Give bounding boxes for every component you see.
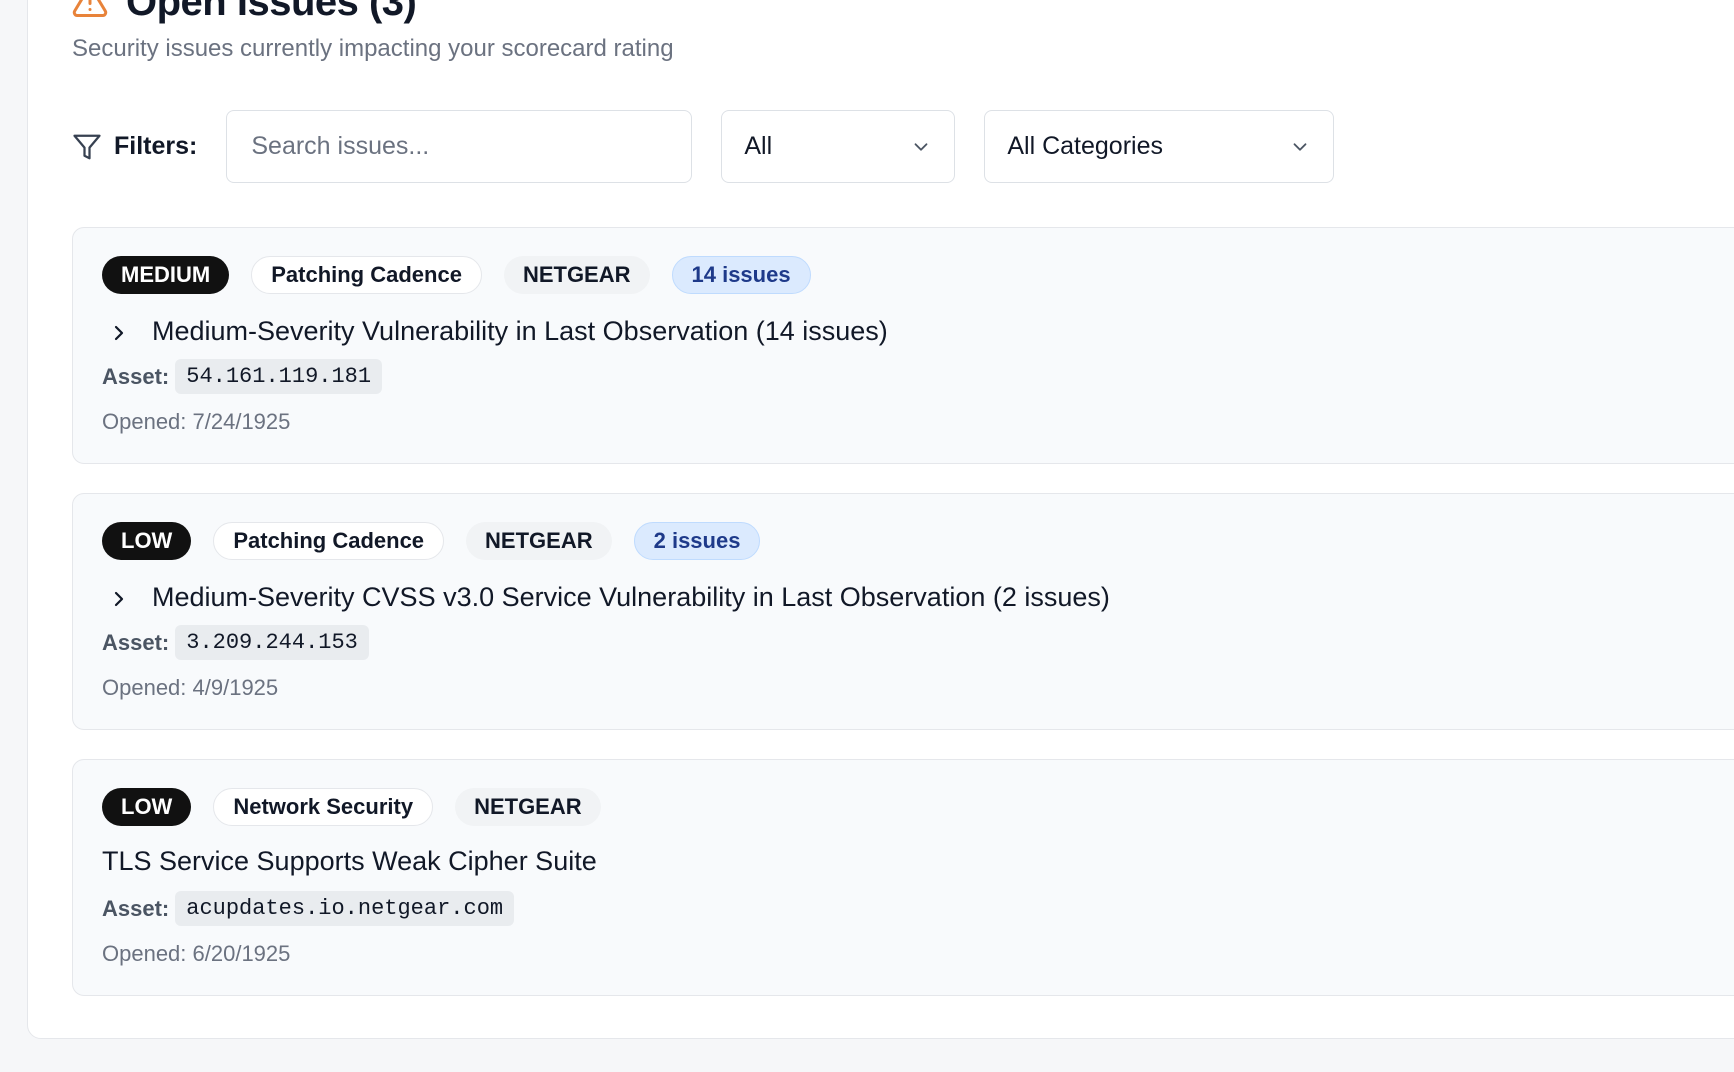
issue-title-text: TLS Service Supports Weak Cipher Suite — [102, 846, 597, 876]
chevron-right-icon[interactable] — [102, 582, 136, 616]
vendor-badge: NETGEAR — [466, 522, 612, 560]
asset-row: Asset: 3.209.244.153 — [102, 625, 369, 660]
issue-title: Medium-Severity Vulnerability in Last Ob… — [152, 316, 888, 346]
issue-tags: LOW Patching Cadence NETGEAR 2 issues — [102, 522, 761, 560]
page-title: Open Issues (3) — [126, 0, 417, 24]
filters-bar: Filters: All All Categories — [72, 110, 1363, 183]
category-select-value: All Categories — [1007, 132, 1163, 160]
asset-label: Asset: — [102, 629, 170, 655]
filter-icon — [72, 132, 102, 162]
page-subtitle: Security issues currently impacting your… — [72, 35, 674, 62]
asset-value: acupdates.io.netgear.com — [175, 891, 515, 926]
issue-tags: LOW Network Security NETGEAR — [102, 788, 601, 826]
filters-label: Filters: — [114, 132, 198, 160]
search-input[interactable] — [249, 131, 670, 162]
opened-date: Opened: 7/24/1925 — [102, 409, 291, 434]
severity-badge: LOW — [102, 522, 192, 560]
category-badge: Patching Cadence — [251, 256, 482, 294]
warning-triangle-icon — [72, 0, 108, 20]
category-badge: Patching Cadence — [213, 522, 445, 560]
asset-row: Asset: 54.161.119.181 — [102, 359, 383, 394]
issue-title-toggle[interactable]: Medium-Severity CVSS v3.0 Service Vulner… — [102, 578, 1110, 616]
issue-card: LOW Network Security NETGEAR TLS Service… — [72, 759, 1734, 996]
asset-value: 3.209.244.153 — [175, 625, 369, 660]
category-select[interactable]: All Categories — [984, 110, 1335, 183]
asset-label: Asset: — [102, 895, 170, 921]
issue-title: TLS Service Supports Weak Cipher Suite — [102, 844, 597, 878]
severity-badge: LOW — [102, 788, 192, 826]
severity-select-value: All — [744, 132, 773, 160]
issue-tags: MEDIUM Patching Cadence NETGEAR 14 issue… — [102, 256, 811, 294]
chevron-down-icon — [1289, 136, 1311, 158]
issue-count-badge: 2 issues — [633, 522, 761, 560]
asset-value: 54.161.119.181 — [175, 359, 383, 394]
chevron-right-icon[interactable] — [102, 316, 136, 350]
issue-title-toggle[interactable]: Medium-Severity Vulnerability in Last Ob… — [102, 312, 888, 350]
issue-title: Medium-Severity CVSS v3.0 Service Vulner… — [152, 582, 1110, 612]
chevron-down-icon — [910, 136, 932, 158]
issue-card: MEDIUM Patching Cadence NETGEAR 14 issue… — [72, 227, 1734, 464]
opened-date: Opened: 4/9/1925 — [102, 675, 279, 700]
section-header: Open Issues (3) — [72, 0, 417, 24]
severity-badge: MEDIUM — [102, 256, 230, 294]
severity-select[interactable]: All — [721, 110, 956, 183]
issue-card: LOW Patching Cadence NETGEAR 2 issues Me… — [72, 493, 1734, 730]
asset-label: Asset: — [102, 363, 170, 389]
search-field[interactable] — [226, 110, 693, 183]
issue-count-badge: 14 issues — [671, 256, 811, 294]
opened-date: Opened: 6/20/1925 — [102, 941, 291, 966]
vendor-badge: NETGEAR — [503, 256, 650, 294]
asset-row: Asset: acupdates.io.netgear.com — [102, 891, 515, 926]
vendor-badge: NETGEAR — [455, 788, 601, 826]
category-badge: Network Security — [213, 788, 434, 826]
